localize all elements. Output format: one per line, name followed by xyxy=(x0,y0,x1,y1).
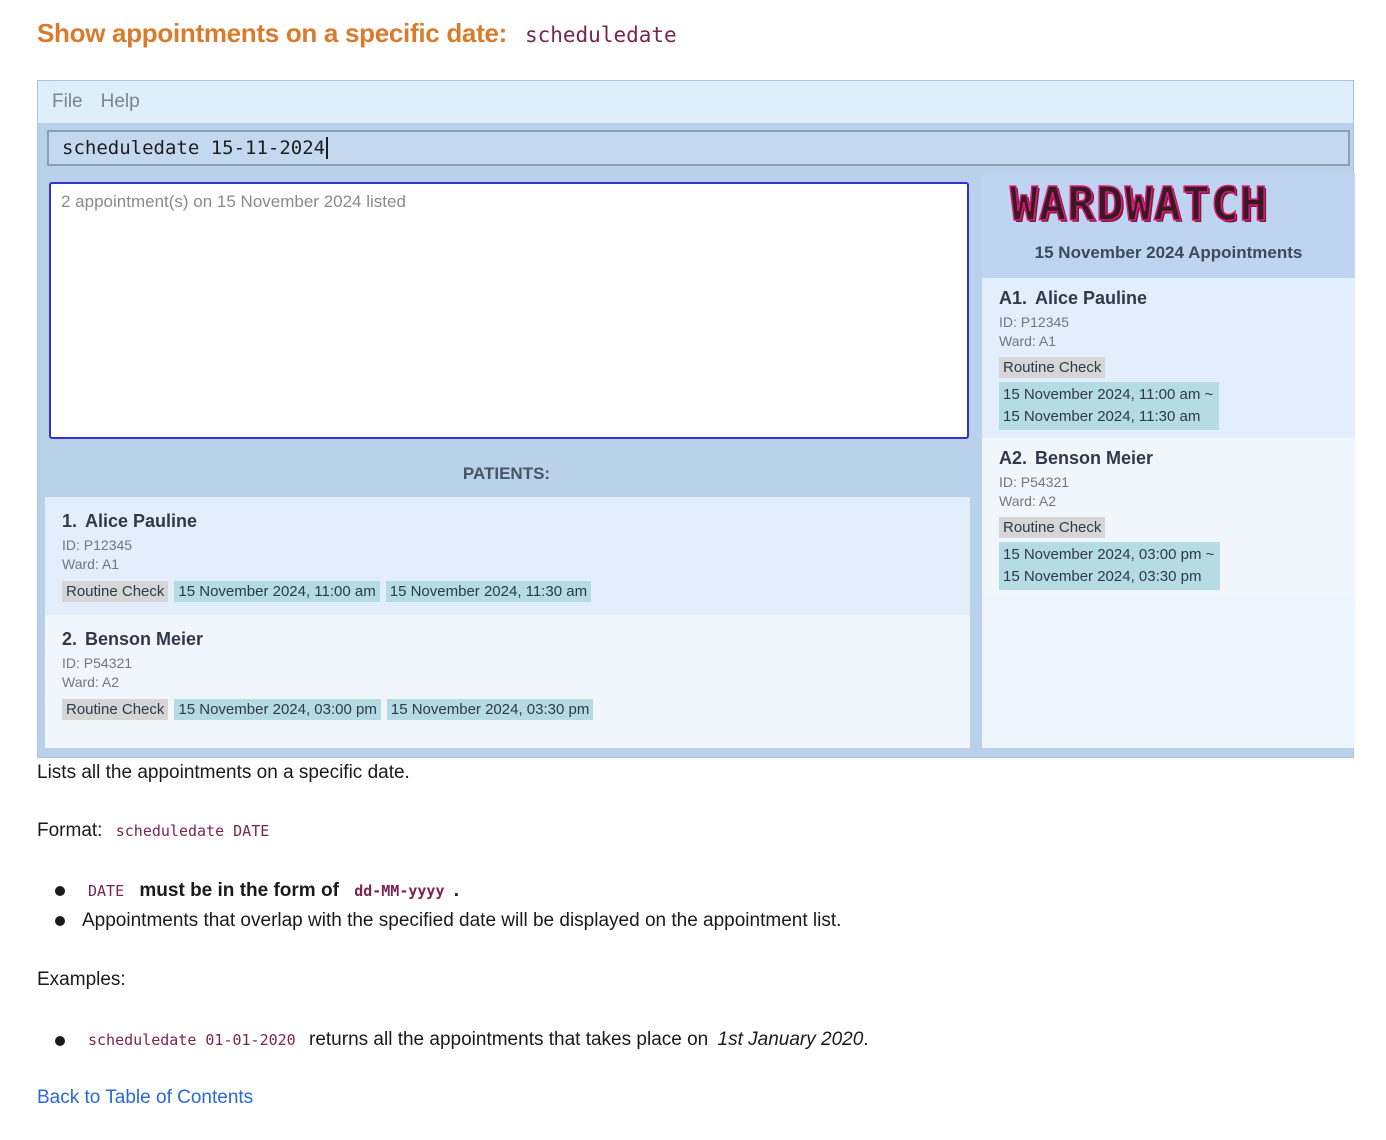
format-line: Format: scheduledate DATE xyxy=(37,820,269,842)
bullet-overlap-note: Appointments that overlap with the speci… xyxy=(82,910,842,931)
back-to-toc-link[interactable]: Back to Table of Contents xyxy=(37,1087,253,1109)
appointment-patient-name: Benson Meier xyxy=(1035,448,1154,468)
menu-file[interactable]: File xyxy=(52,91,83,113)
patient-name: Alice Pauline xyxy=(85,511,198,531)
example-code: scheduledate 01-01-2020 xyxy=(88,1031,296,1049)
patient-list[interactable]: 1. Alice Pauline ID: P12345 Ward: A1 Rout… xyxy=(45,497,970,748)
appointment-type-tag: Routine Check xyxy=(999,357,1106,378)
appointment-index: A1. xyxy=(999,288,1028,308)
menu-help[interactable]: Help xyxy=(101,91,140,113)
result-text: 2 appointment(s) on 15 November 2024 lis… xyxy=(61,192,406,211)
appointment-end-tag: 15 November 2024, 03:30 pm xyxy=(386,699,594,720)
bullet-dot xyxy=(55,916,65,926)
result-display[interactable]: 2 appointment(s) on 15 November 2024 lis… xyxy=(49,182,969,439)
appointment-card[interactable]: A2. Benson Meier ID: P54321 Ward: A2 Rout… xyxy=(982,438,1355,598)
patient-id: ID: P54321 xyxy=(62,655,133,671)
appointment-type-tag: Routine Check xyxy=(999,517,1106,538)
app-window: File Help scheduledate 15-11-2024 2 appo… xyxy=(37,80,1355,758)
appointment-end: 15 November 2024, 11:30 am xyxy=(1003,408,1201,425)
appointment-index: A2. xyxy=(999,448,1028,468)
appointment-patient-name: Alice Pauline xyxy=(1035,288,1148,308)
appointment-card[interactable]: A1. Alice Pauline ID: P12345 Ward: A1 Rou… xyxy=(982,278,1355,438)
appointment-end-tag: 15 November 2024, 11:30 am xyxy=(385,581,592,602)
command-input-text: scheduledate 15-11-2024 xyxy=(62,137,326,159)
appointment-ward: Ward: A1 xyxy=(999,333,1057,349)
example-line: scheduledate 01-01-2020 returns all the … xyxy=(88,1029,869,1051)
patients-header: PATIENTS: xyxy=(43,451,970,497)
format-code: scheduledate DATE xyxy=(115,822,270,840)
appointment-end: 15 November 2024, 03:30 pm xyxy=(1003,568,1202,585)
patient-ward: Ward: A1 xyxy=(62,556,120,572)
patient-name: Benson Meier xyxy=(85,629,204,649)
command-input[interactable]: scheduledate 15-11-2024 xyxy=(47,130,1350,166)
description-text: Lists all the appointments on a specific… xyxy=(37,762,410,783)
bullet-dot xyxy=(55,886,65,896)
appointment-time-range: 15 November 2024, 11:00 am ~ 15 November… xyxy=(999,382,1220,430)
appointment-type-tag: Routine Check xyxy=(62,581,169,602)
format-label: Format: xyxy=(37,820,103,841)
patient-card[interactable]: 1. Alice Pauline ID: P12345 Ward: A1 Rout… xyxy=(45,497,970,615)
appointment-start-tag: 15 November 2024, 03:00 pm xyxy=(174,699,381,720)
appointment-type-tag: Routine Check xyxy=(62,699,169,720)
appointment-patient-id: ID: P54321 xyxy=(999,474,1070,490)
examples-label: Examples: xyxy=(37,969,126,990)
patient-card[interactable]: 2. Benson Meier ID: P54321 Ward: A2 Routi… xyxy=(45,615,970,748)
heading-text: Show appointments on a specific date: xyxy=(37,18,507,48)
section-heading: Show appointments on a specific date: sc… xyxy=(37,18,677,52)
text-caret xyxy=(326,137,329,159)
schedule-panel: WARDWATCH 15 November 2024 Appointments … xyxy=(982,173,1355,748)
appointment-ward: Ward: A2 xyxy=(999,493,1057,509)
appointment-patient-id: ID: P12345 xyxy=(999,314,1070,330)
example-date: 1st January 2020 xyxy=(717,1029,864,1050)
bullet-date-format: DATE must be in the form of dd-MM-yyyy . xyxy=(88,880,459,902)
patient-index: 1. xyxy=(62,511,78,531)
patient-ward: Ward: A2 xyxy=(62,674,120,690)
appointment-start-tag: 15 November 2024, 11:00 am xyxy=(174,581,380,602)
bullet-end: . xyxy=(453,880,460,901)
patients-header-label: PATIENTS: xyxy=(462,464,551,483)
schedule-header: WARDWATCH 15 November 2024 Appointments xyxy=(982,173,1355,278)
date-format-code: dd-MM-yyyy xyxy=(354,882,445,900)
example-text: returns all the appointments that takes … xyxy=(309,1029,709,1050)
appointment-start: 15 November 2024, 11:00 am ~ xyxy=(1003,386,1214,403)
patient-index: 2. xyxy=(62,629,78,649)
heading-command-code: scheduledate xyxy=(524,23,677,47)
schedule-title: 15 November 2024 Appointments xyxy=(1034,243,1303,262)
menu-bar: File Help xyxy=(38,81,1353,123)
wardwatch-logo: WARDWATCH xyxy=(1009,176,1269,232)
appointment-time-range: 15 November 2024, 03:00 pm ~ 15 November… xyxy=(999,542,1221,590)
appointment-start: 15 November 2024, 03:00 pm ~ xyxy=(1003,546,1215,563)
date-param-code: DATE xyxy=(88,882,125,900)
example-end: . xyxy=(863,1029,869,1050)
patient-id: ID: P12345 xyxy=(62,537,133,553)
bullet-dot xyxy=(55,1036,65,1046)
bullet-bold-text: must be in the form of xyxy=(139,880,339,901)
